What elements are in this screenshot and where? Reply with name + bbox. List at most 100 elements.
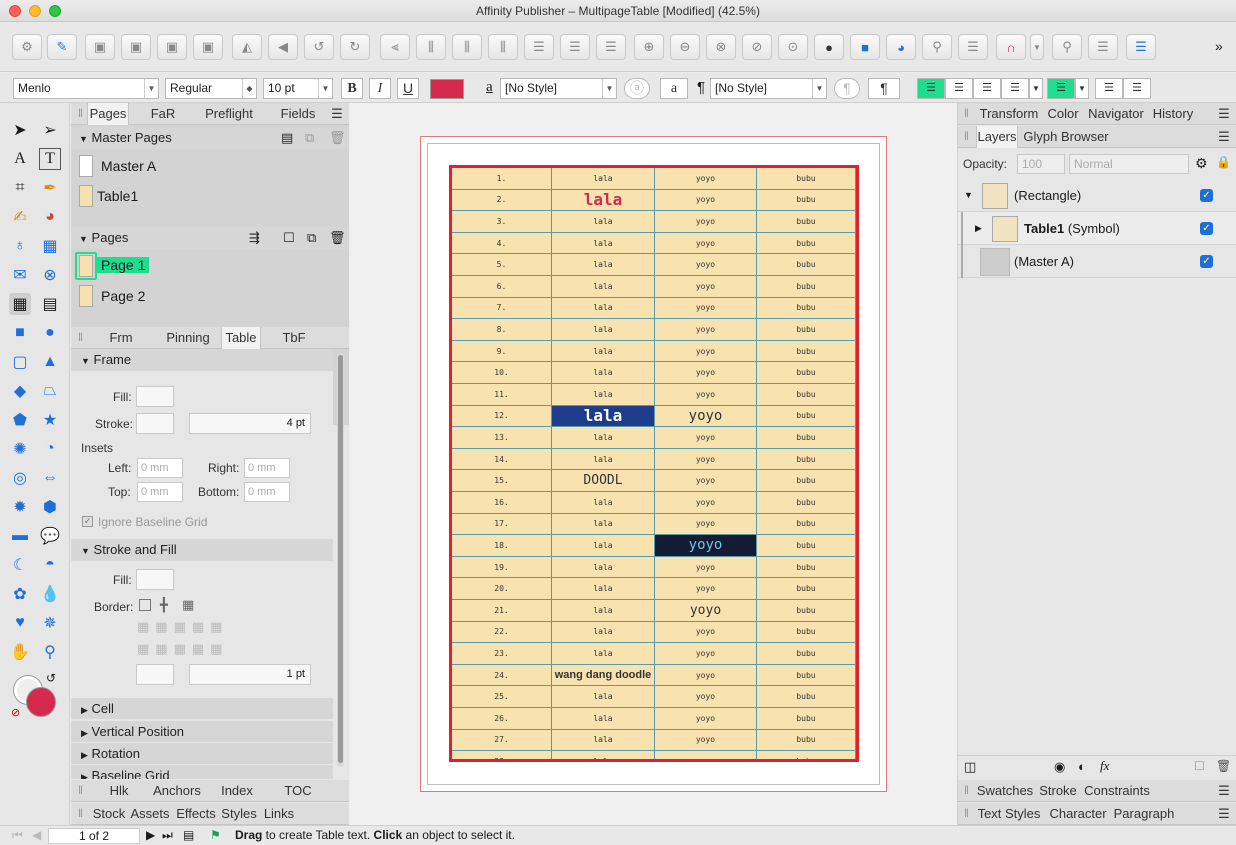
color-picker-icon[interactable]: ✒ (39, 177, 61, 199)
trapezoid-tool-icon[interactable]: ⏢ (39, 380, 61, 402)
master-page-table1[interactable]: Table1 (97, 188, 138, 204)
table-cell[interactable]: 27. (452, 729, 552, 751)
xor-icon[interactable]: ⊘ (742, 34, 772, 60)
text-wrap-settings-icon[interactable]: ☰ (958, 34, 988, 60)
table-cell[interactable]: yoyo (655, 686, 757, 707)
heart-tool-icon[interactable]: ♥ (9, 612, 31, 634)
star-tool-icon[interactable]: ★ (39, 409, 61, 431)
hand-tool-icon[interactable]: ✋ (9, 641, 31, 663)
table-cell[interactable]: 1. (452, 168, 552, 189)
vertical-position-header[interactable]: ▶ Vertical Position (71, 721, 333, 743)
tab-fields[interactable]: Fields (273, 103, 323, 125)
tab-table[interactable]: Table (221, 327, 261, 349)
table-cell[interactable]: 13. (452, 427, 552, 448)
table-cell[interactable]: 2. (452, 189, 552, 211)
tab-pinning[interactable]: Pinning (163, 327, 213, 349)
table-cell[interactable]: lala (552, 686, 655, 707)
move-back-icon[interactable]: ▣ (85, 34, 115, 60)
table-cell[interactable]: bubu (757, 556, 856, 578)
table-cell[interactable]: lala (552, 448, 655, 470)
table-cell[interactable]: bubu (757, 708, 856, 729)
table-row[interactable]: 26. lala yoyo bubu (452, 708, 856, 730)
swatches-menu-icon[interactable]: ☰ (1216, 780, 1232, 802)
toolbar-overflow-icon[interactable]: » (1215, 38, 1223, 54)
table-cell[interactable]: bubu (757, 513, 856, 535)
table-cell[interactable]: bubu (757, 578, 856, 599)
table-cell[interactable]: yoyo (655, 556, 757, 578)
border-options-row2[interactable]: ▦▦▦▦▦ (137, 641, 228, 657)
border-inner-icon[interactable]: ╋ (160, 597, 168, 613)
layer-row-table1[interactable]: ▶ Table1 (Symbol) ✓ (958, 212, 1236, 245)
table-cell[interactable]: lala (552, 427, 655, 448)
tab-tbf[interactable]: TbF (279, 327, 309, 349)
layers-stack-icon[interactable]: ◫ (964, 759, 976, 775)
page-indicator[interactable]: 1 of 2 (48, 828, 140, 844)
back-one-icon[interactable]: ▣ (121, 34, 151, 60)
bottom-inset-field[interactable]: 0 mm (244, 482, 290, 502)
table-tool-icon[interactable]: ▦ (9, 293, 31, 315)
table-row[interactable]: 10. lala yoyo bubu (452, 362, 856, 384)
border-weight-field[interactable]: 1 pt (189, 664, 311, 685)
table-cell[interactable]: 4. (452, 232, 552, 254)
table-row[interactable]: 11. lala yoyo bubu (452, 384, 856, 406)
pie-tool-icon[interactable]: ◔ (39, 438, 61, 460)
table-cell[interactable]: yoyo (655, 427, 757, 448)
opacity-field[interactable]: 100 (1017, 154, 1065, 174)
page-list-icon[interactable]: ▤ (183, 826, 194, 845)
table-cell[interactable]: 6. (452, 276, 552, 297)
table-cell[interactable]: yoyo (655, 600, 757, 621)
crop-tool-icon[interactable]: ⌗ (9, 177, 31, 199)
border-options-row1[interactable]: ▦▦▦▦▦ (137, 619, 228, 635)
wrap-frame-icon[interactable]: ■ (850, 34, 880, 60)
tab-preflight[interactable]: Preflight (199, 103, 259, 125)
table-cell[interactable]: 24. (452, 664, 552, 686)
snapping-dropdown-icon[interactable]: ▼ (1030, 34, 1044, 60)
align-left-icon[interactable]: ⫷ (380, 34, 410, 60)
artistic-text-tool-icon[interactable]: A (9, 148, 31, 170)
table-cell[interactable]: bubu (757, 319, 856, 340)
triangle-tool-icon[interactable]: ▲ (39, 351, 61, 373)
table-row[interactable]: 27. lala yoyo bubu (452, 729, 856, 752)
table-cell[interactable]: yoyo (655, 751, 757, 759)
table-cell[interactable]: bubu (757, 664, 856, 686)
table-cell[interactable]: yoyo (655, 405, 757, 427)
table-row[interactable]: 28. lala yoyo bubu (452, 751, 856, 759)
table-cell[interactable]: 19. (452, 556, 552, 578)
align-center-icon[interactable]: ⫼ (416, 34, 446, 60)
table-cell[interactable]: lala (552, 751, 655, 759)
table-cell[interactable]: 21. (452, 600, 552, 621)
fill-color-icon[interactable] (26, 687, 56, 717)
ellipse-frame-icon[interactable]: ⊗ (39, 264, 61, 286)
burst-tool-icon[interactable]: ✺ (9, 438, 31, 460)
layer-settings-icon[interactable]: ⚙ (1195, 155, 1208, 172)
master-pages-header[interactable]: ▼ Master Pages ▤ ⧉ 🗑 (71, 127, 349, 149)
table-row[interactable]: 3. lala yoyo bubu (452, 211, 856, 233)
table-cell[interactable]: lala (552, 384, 655, 405)
tab-glyph-browser[interactable]: Glyph Browser (1022, 126, 1110, 148)
table-cell[interactable]: yoyo (655, 492, 757, 513)
table-cell[interactable]: lala (552, 621, 655, 643)
table-cell[interactable]: yoyo (655, 297, 757, 319)
table-row[interactable]: 21. lala yoyo bubu (452, 600, 856, 622)
flower-tool-icon[interactable]: ✿ (9, 583, 31, 605)
duplicate-page-icon[interactable]: ⧉ (307, 227, 316, 249)
table-cell[interactable]: 22. (452, 621, 552, 643)
fx-icon[interactable]: fx (1100, 758, 1109, 774)
tab-constraints[interactable]: Constraints (1082, 780, 1152, 802)
mask-icon[interactable]: ◉ (1054, 759, 1065, 775)
cloud-tool-icon[interactable]: ⬢ (39, 496, 61, 518)
align-bottom-icon[interactable]: ☰ (596, 34, 626, 60)
diamond-tool-icon[interactable]: ◆ (9, 380, 31, 402)
baseline-grid-header[interactable]: ▶ Baseline Grid (71, 765, 333, 779)
persona-icon[interactable]: ⚙ (12, 34, 42, 60)
right-panel-menu-icon[interactable]: ☰ (1216, 103, 1232, 125)
table-cell[interactable]: bubu (757, 729, 856, 751)
table-row[interactable]: 20. lala yoyo bubu (452, 578, 856, 600)
table-cell[interactable]: bubu (757, 297, 856, 319)
char-style-update-button[interactable]: ⓐ (624, 78, 650, 99)
table-row[interactable]: 2. lala yoyo bubu (452, 189, 856, 212)
align-left-text-button[interactable]: ☰ (917, 78, 945, 99)
table-cell[interactable]: 17. (452, 513, 552, 535)
paragraph-style-select[interactable]: [No Style] ▼ (710, 78, 827, 99)
table-cell[interactable]: yoyo (655, 664, 757, 686)
